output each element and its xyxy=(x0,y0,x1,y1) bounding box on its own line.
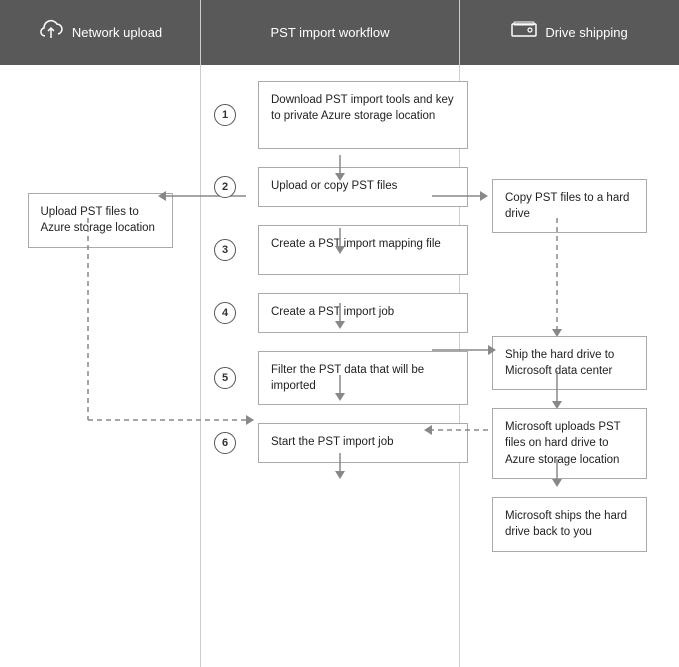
step-2-number: 2 xyxy=(214,176,236,198)
right-box-2: Ship the hard drive to Microsoft data ce… xyxy=(492,336,647,390)
step-3-box: Create a PST import mapping file xyxy=(258,225,468,275)
right-box-2-text: Ship the hard drive to Microsoft data ce… xyxy=(505,349,614,377)
left-column: Network upload Upload PST files to Azure… xyxy=(0,0,200,667)
right-box-3: Microsoft uploads PST files on hard driv… xyxy=(492,408,647,478)
step-6-box: Start the PST import job xyxy=(258,423,468,463)
right-box-1: Copy PST files to a hard drive xyxy=(492,179,647,233)
cloud-upload-icon xyxy=(38,19,64,47)
center-steps: 1 Download PST import tools and key to p… xyxy=(201,65,459,463)
center-header-label: PST import workflow xyxy=(271,25,390,40)
step-2-text: Upload or copy PST files xyxy=(271,180,397,192)
right-box-4: Microsoft ships the hard drive back to y… xyxy=(492,497,647,552)
right-box-1-text: Copy PST files to a hard drive xyxy=(505,192,629,220)
step-4-number: 4 xyxy=(214,302,236,324)
step-5-text: Filter the PST data that will be importe… xyxy=(271,364,424,392)
drive-icon xyxy=(511,21,537,45)
right-box-4-text: Microsoft ships the hard drive back to y… xyxy=(505,510,627,538)
step-1-text: Download PST import tools and key to pri… xyxy=(271,94,454,122)
step-2-box: Upload or copy PST files xyxy=(258,167,468,207)
right-header-label: Drive shipping xyxy=(545,25,627,40)
step-3-number: 3 xyxy=(214,239,236,261)
network-upload-box: Upload PST files to Azure storage locati… xyxy=(28,193,173,248)
left-header: Network upload xyxy=(0,0,200,65)
step-3-text: Create a PST import mapping file xyxy=(271,238,441,250)
right-boxes: Copy PST files to a hard drive Ship the … xyxy=(460,65,679,552)
step-5-box: Filter the PST data that will be importe… xyxy=(258,351,468,405)
diagram-container: Network upload Upload PST files to Azure… xyxy=(0,0,679,667)
right-header: Drive shipping xyxy=(460,0,679,65)
right-box-3-text: Microsoft uploads PST files on hard driv… xyxy=(505,421,620,465)
right-column: Drive shipping Copy PST files to a hard … xyxy=(460,0,679,667)
step-6-text: Start the PST import job xyxy=(271,436,394,448)
network-upload-text: Upload PST files to Azure storage locati… xyxy=(41,206,155,234)
left-header-label: Network upload xyxy=(72,25,162,40)
step-1-number: 1 xyxy=(214,104,236,126)
center-column: PST import workflow 1 Download PST impor… xyxy=(200,0,460,667)
step-4-box: Create a PST import job xyxy=(258,293,468,333)
step-1-box: Download PST import tools and key to pri… xyxy=(258,81,468,149)
step-4-text: Create a PST import job xyxy=(271,306,394,318)
step-5-number: 5 xyxy=(214,367,236,389)
center-header: PST import workflow xyxy=(201,0,459,65)
step-6-number: 6 xyxy=(214,432,236,454)
